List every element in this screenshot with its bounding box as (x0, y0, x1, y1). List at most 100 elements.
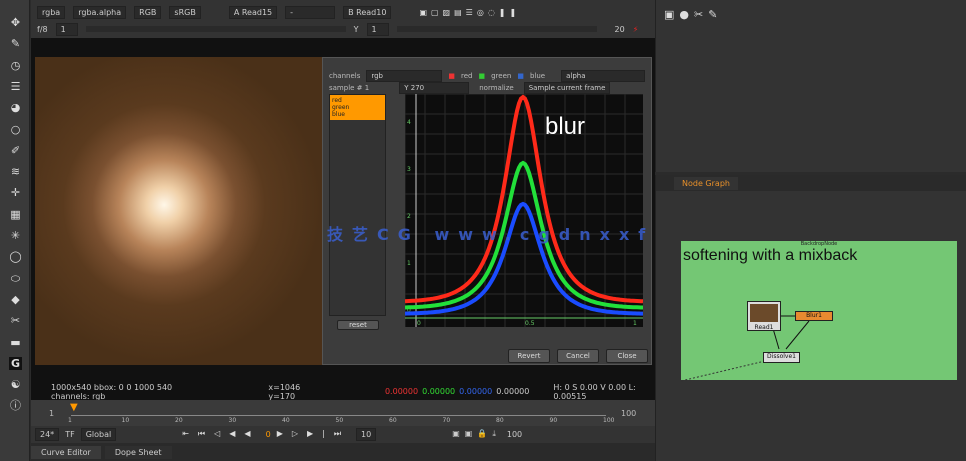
green-checkbox[interactable]: ■ (478, 72, 485, 80)
text-tool-icon[interactable]: ☯ (9, 378, 22, 391)
curve-graph[interactable]: 4 3 2 1 0 0 0.5 1 blur (404, 93, 646, 335)
clip-icon[interactable]: ⚡ (633, 25, 639, 34)
tab-dope-sheet[interactable]: Dope Sheet (104, 445, 172, 459)
blue-checkbox[interactable]: ■ (517, 72, 524, 80)
blur-overlay-label: blur (545, 113, 585, 140)
green-value: 0.00000 (422, 387, 456, 396)
current-frame[interactable]: 0 (266, 430, 271, 439)
format-info: 1000x540 bbox: 0 0 1000 540 channels: rg… (51, 382, 173, 401)
x-tick-label: 1 (633, 320, 637, 327)
move-tool-icon[interactable]: ✥ (9, 16, 22, 29)
y-tick-label: 3 (407, 166, 411, 173)
playback-mode-icons[interactable]: ▣▣🔒⤓ (452, 429, 501, 439)
particles-tool-icon[interactable]: ✳ (9, 229, 22, 242)
paint-tool-icon[interactable]: ✎ (9, 37, 22, 50)
gain-slider[interactable] (85, 26, 346, 32)
blue-label: blue (529, 72, 546, 80)
timeline-tick: 30 (228, 417, 237, 424)
channel-dropdown[interactable]: rgba.alpha (73, 6, 127, 19)
reset-button[interactable]: reset (337, 320, 379, 330)
curve-list-selected[interactable]: red green blue (330, 95, 385, 120)
timeline-tick: 50 (335, 417, 344, 424)
properties-panel: ▣●✂✎ (655, 0, 966, 172)
red-value: 0.00000 (384, 387, 419, 396)
sample-frame-button[interactable]: Sample current frame (523, 82, 611, 94)
keyer-tool-icon[interactable]: ✂ (9, 314, 22, 327)
timeline-tick: 60 (389, 417, 397, 424)
hsv-info: H: 0 S 0.00 V 0.00 L: 0.00515 (553, 382, 636, 401)
cube-tool-icon[interactable]: ▦ (9, 208, 22, 221)
timeline-tick: 100 (603, 417, 615, 424)
gamma-slider[interactable] (396, 26, 597, 32)
coords-info: x=1046 y=170 (268, 382, 301, 401)
node-graph-panel[interactable]: Node Graph BackdropNode softening with a… (655, 175, 966, 461)
colorspace-dropdown[interactable]: sRGB (169, 6, 201, 19)
gamma-field[interactable]: 1 (366, 22, 389, 36)
viewer-icons[interactable]: ▣▢▨▤☰◎◌❚❚ (419, 8, 520, 17)
close-button[interactable]: Close (606, 349, 648, 363)
clock-tool-icon[interactable]: ◷ (9, 59, 22, 72)
channels-label: channels (329, 72, 361, 80)
info-tool-icon[interactable]: ⓘ (9, 399, 22, 412)
layer-dropdown[interactable]: rgba (37, 6, 66, 19)
wipe-dropdown[interactable]: - (285, 6, 336, 19)
gizmo-tool-icon[interactable]: G (9, 356, 22, 370)
panel-tool-icon[interactable]: ▬ (9, 336, 22, 349)
circle-tool-icon[interactable]: ○ (9, 123, 22, 136)
ellipse2-tool-icon[interactable]: ⬭ (9, 272, 22, 285)
left-toolbar: ✥ ✎ ◷ ☰ ◕ ○ ✐ ≋ ✛ ▦ ✳ ◯ ⬭ ◆ ✂ ▬ G ☯ ⓘ (0, 0, 30, 461)
backdrop-node[interactable]: BackdropNode softening with a mixback Re… (680, 240, 958, 382)
transform-tool-icon[interactable]: ✛ (9, 186, 22, 199)
zoom-value[interactable]: 20 (615, 25, 625, 34)
rgb-dropdown[interactable]: RGB (134, 6, 162, 19)
alpha-dropdown[interactable]: alpha (561, 70, 646, 82)
playhead-marker[interactable]: ▼ (70, 402, 78, 413)
x-tick-label: 0.5 (525, 320, 535, 327)
dissolve-node[interactable]: Dissolve1 (763, 352, 800, 363)
curve-tool-icon[interactable]: ✐ (9, 144, 22, 157)
menu-tool-icon[interactable]: ☰ (9, 80, 22, 93)
alpha-value: 0.00000 (496, 387, 530, 396)
transport-forward-buttons[interactable]: ▶▷▶|⏭ (277, 429, 350, 439)
shapes-tool-icon[interactable]: ◕ (9, 101, 22, 114)
y-field[interactable]: Y 270 (399, 82, 470, 94)
bottom-tabs: Curve Editor Dope Sheet (31, 443, 655, 461)
cancel-button[interactable]: Cancel (557, 349, 599, 363)
tab-curve-editor[interactable]: Curve Editor (31, 445, 101, 459)
eraser-tool-icon[interactable]: ◆ (9, 293, 22, 306)
global-dropdown[interactable]: Global (80, 427, 117, 441)
gain-field[interactable]: 1 (55, 22, 78, 36)
timeline-tick: 80 (496, 417, 504, 424)
info-bar: 1000x540 bbox: 0 0 1000 540 channels: rg… (31, 382, 655, 401)
ellipse-tool-icon[interactable]: ◯ (9, 250, 22, 263)
input-a-dropdown[interactable]: A Read15 (228, 6, 278, 19)
fps-dropdown[interactable]: 24* (35, 427, 60, 441)
timeline-tick: 70 (442, 417, 451, 424)
layers-tool-icon[interactable]: ≋ (9, 165, 22, 178)
red-checkbox[interactable]: ■ (448, 72, 455, 80)
timeline-tick: 20 (175, 417, 183, 424)
revert-button[interactable]: Revert (508, 349, 550, 363)
tab-node-graph[interactable]: Node Graph (674, 177, 738, 190)
x-tick-label: 0 (417, 320, 421, 327)
viewer-toolbar: rgba rgba.alpha RGB sRGB A Read15 - B Re… (31, 5, 655, 20)
curve-list: red green blue (329, 94, 386, 316)
viewer-canvas[interactable]: channels rgb ■ red ■ green ■ blue alpha sam… (31, 38, 655, 383)
gamma-label: Y (353, 24, 359, 34)
read-node[interactable]: Read1 (747, 301, 781, 331)
channels-dropdown[interactable]: rgb (366, 70, 443, 82)
properties-toolbar-icons[interactable]: ▣●✂✎ (664, 8, 722, 21)
timeline-tick: 10 (121, 417, 130, 424)
viewer-toolbar-2: f/8 1 Y 1 20 ⚡ (31, 22, 655, 36)
red-label: red (460, 72, 473, 80)
tf-dropdown[interactable]: TF (65, 430, 75, 439)
timeline-track[interactable] (71, 404, 606, 416)
out-frame[interactable]: 100 (507, 430, 522, 439)
transport-back-buttons[interactable]: ⇤⏮◁◀◀ (182, 429, 259, 439)
blur-node[interactable]: Blur1 (795, 311, 833, 321)
timeline-end[interactable]: 100 (621, 409, 636, 418)
normalize-checkbox[interactable]: normalize (479, 84, 513, 92)
histogram-dialog: channels rgb ■ red ■ green ■ blue alpha sam… (322, 57, 652, 365)
input-b-dropdown[interactable]: B Read10 (343, 6, 392, 19)
step-field[interactable]: 10 (356, 427, 377, 441)
